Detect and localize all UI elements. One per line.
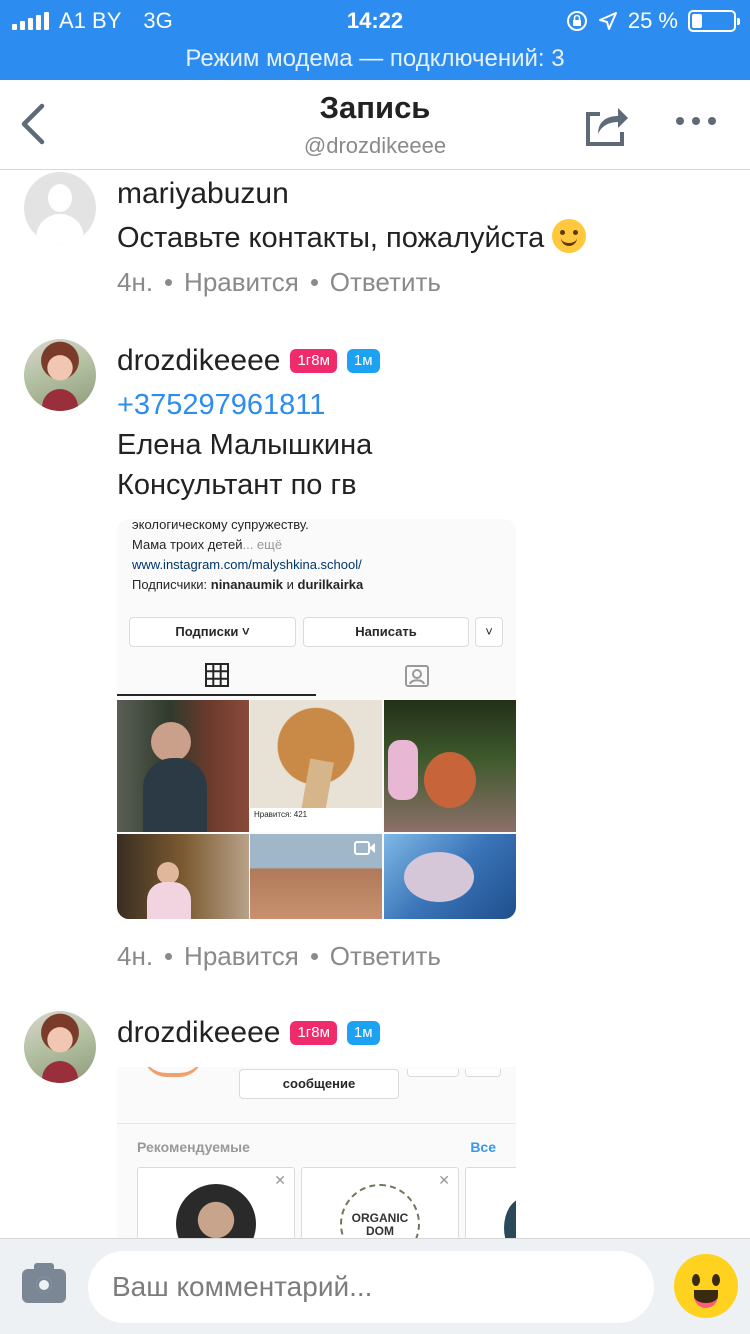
smile-emoji-icon [552,219,587,253]
comment-author[interactable]: drozdikeeee [117,344,280,378]
like-button[interactable]: Нравится [184,267,299,298]
following-button: Подписки ˅ [129,617,296,647]
bio-line: Мама троих детей [132,537,243,552]
follower-name: ninanaumik [210,577,283,592]
recommended-label: Рекомендуемые [137,1139,250,1155]
post-likes: Нравится: 421 [250,808,382,832]
brand-logo: ORGANIC DOM [340,1184,420,1238]
avatar[interactable] [24,1011,96,1083]
battery-percent: 25 % [627,8,678,33]
profile-photo-grid: Нравится: 421 [117,700,516,919]
time-badge: 1м [346,1021,380,1045]
grid-photo [384,834,516,919]
comment-author[interactable]: drozdikeeee [117,1016,280,1050]
grid-photo [117,700,249,832]
brand-text: DOM [366,1224,394,1238]
video-icon [354,841,375,855]
avatar[interactable] [24,339,96,411]
battery-icon [688,10,740,32]
separator-dot [165,278,173,286]
emoji-icon[interactable] [674,1254,738,1318]
bio-line: экологическому супружеству. [132,519,309,532]
close-icon: ✕ [438,1172,450,1188]
bio-more: ... ещё [242,537,283,552]
bio-link: www.instagram.com/malyshkina.school/ [132,557,362,572]
time-badge: 1м [346,349,380,373]
page-title: Запись [319,90,431,125]
comment-item: drozdikeeee 1г8м 1м сообщение Рекомендуе… [0,1011,750,1238]
hotspot-banner[interactable]: Режим модема — подключений: 3 [0,40,750,80]
suggestion-card [465,1167,516,1238]
status-bar: A1 BY 3G 14:22 25 % [0,0,750,40]
comment-item: mariyabuzun Оставьте контакты, пожалуйст… [0,172,750,322]
separator-dot [165,952,173,960]
suggestion-card: ✕ ORGANIC DOM [301,1167,459,1238]
see-all-link: Все [470,1139,496,1155]
camera-icon[interactable] [22,1263,66,1303]
age-badge: 1г8м [290,1021,337,1045]
grid-photo [117,834,249,919]
followers-and: и [283,577,298,592]
nav-bar: Запись @drozdikeeee [0,80,750,170]
page-subtitle[interactable]: @drozdikeeee [0,133,750,159]
location-arrow-icon [598,12,617,30]
separator-dot [310,952,318,960]
reply-button[interactable]: Ответить [330,267,441,298]
comment-input[interactable] [88,1251,654,1323]
grid-photo [384,700,516,832]
close-icon: ✕ [274,1172,286,1188]
attached-image[interactable]: сообщение Рекомендуемые Все ✕ ✕ ORGANIC … [117,1067,516,1238]
comment-time: 4н. [117,940,154,971]
comment-author[interactable]: mariyabuzun [117,177,289,211]
more-icon[interactable] [676,117,716,125]
avatar[interactable] [24,172,96,244]
share-icon[interactable] [582,102,630,148]
like-button[interactable]: Нравится [184,941,299,972]
chevron-down-icon: ˅ [475,617,503,647]
suggestion-card: ✕ [137,1167,295,1238]
grid-icon [205,663,229,687]
followers-prefix: Подписчики: [132,577,211,592]
comment-line: Консультант по гв [117,469,357,501]
comment-item: drozdikeeee 1г8м 1м +375297961811 Елена … [0,339,750,979]
message-button: сообщение [239,1069,399,1099]
follower-name: durilkairka [297,577,364,592]
grid-photo [250,834,382,919]
lock-rotation-icon [566,11,587,31]
profile-tabs [117,655,516,696]
comment-time: 4н. [117,266,154,297]
attached-image[interactable]: экологическому супружеству. Мама троих д… [117,519,516,919]
comment-input-bar [0,1238,750,1334]
age-badge: 1г8м [290,349,337,373]
phone-link[interactable]: +375297961811 [117,385,730,425]
reply-button[interactable]: Ответить [330,941,441,972]
comment-text: Оставьте контакты, пожалуйста [117,222,545,254]
message-button: Написать [303,617,469,647]
separator-dot [310,278,318,286]
tagged-icon [405,665,429,687]
comment-line: Елена Малышкина [117,429,373,461]
